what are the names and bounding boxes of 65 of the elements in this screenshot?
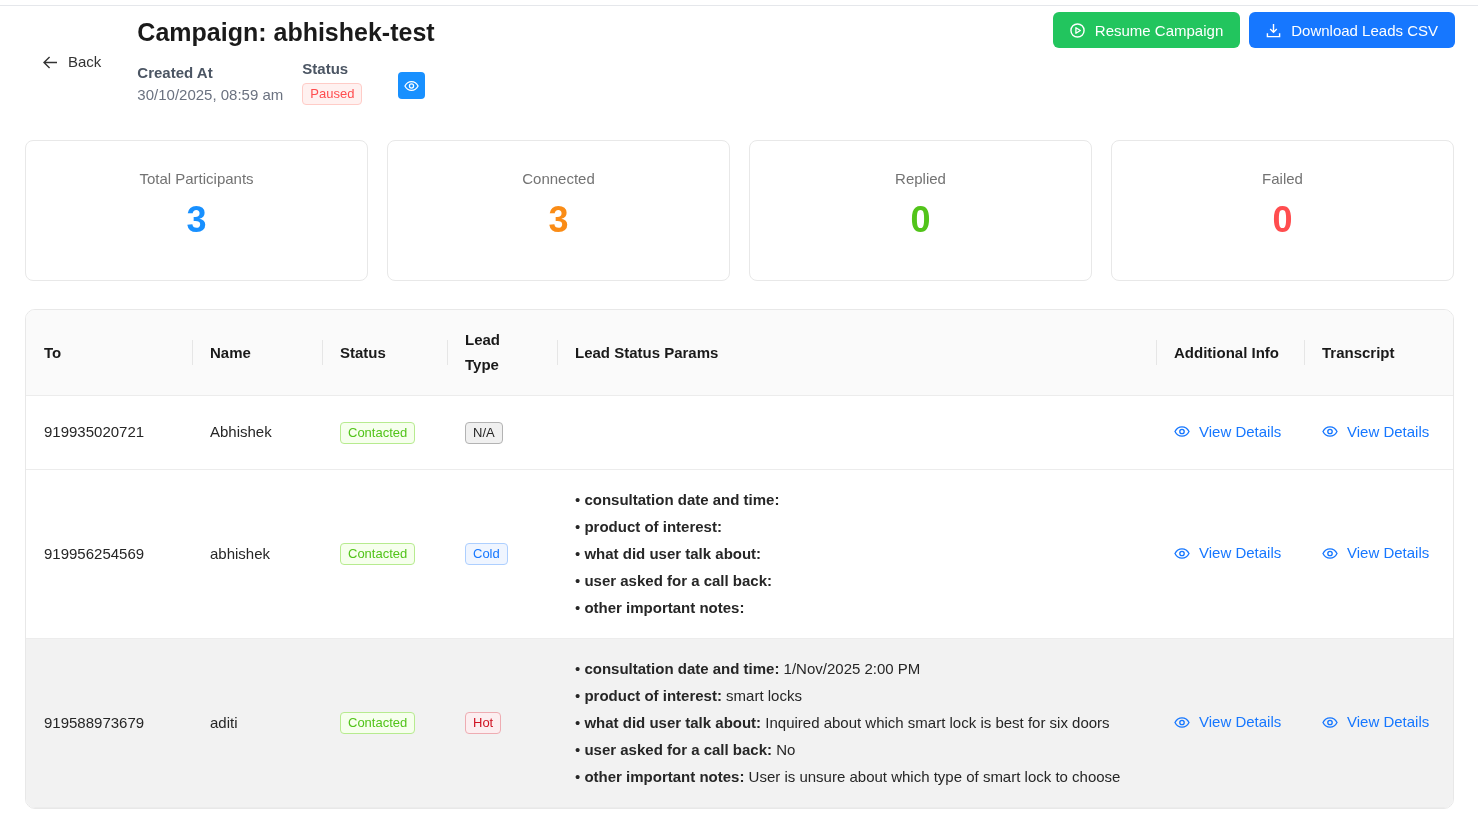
param-line: • product of interest: smart locks — [575, 685, 803, 706]
created-at-label: Created At — [137, 63, 214, 83]
status-tag: Contacted — [340, 712, 416, 734]
column-header: Lead Status Params — [557, 310, 1156, 395]
table-row[interactable] — [26, 638, 1453, 807]
param-line: • user asked for a call back: No — [575, 739, 797, 760]
resume-campaign-button[interactable]: Resume Campaign — [1052, 12, 1241, 48]
created-at-value: 30/10/2025, 08:59 am — [137, 85, 284, 105]
param-line: • other important notes: — [575, 597, 746, 618]
column-header: Lead Type — [447, 310, 557, 395]
lead-type-tag: Cold — [465, 543, 508, 565]
back-link[interactable]: Back — [43, 52, 102, 72]
table-cell: 919588973679 — [26, 638, 192, 807]
view-details-link[interactable]: View Details — [1174, 542, 1282, 565]
eye-icon — [1322, 426, 1338, 438]
table-cell: abhishek — [192, 469, 322, 638]
eye-icon — [1174, 426, 1190, 438]
status-tag: Contacted — [340, 421, 416, 444]
table-cell: 919935020721 — [26, 395, 192, 469]
table-cell: 919956254569 — [26, 469, 192, 638]
column-header: Name — [192, 310, 322, 395]
param-line: • consultation date and time: 1/Nov/2025 2:00 PM — [575, 658, 922, 679]
param-line: • user asked for a call back: — [575, 570, 774, 591]
eye-icon — [1174, 716, 1190, 728]
status-label: Status — [302, 59, 350, 79]
page-title: Campaign: abhishek-test — [137, 17, 435, 48]
column-header: Transcript — [1304, 310, 1453, 395]
table-cell: Abhishek — [192, 395, 322, 469]
view-details-link[interactable]: View Details — [1174, 420, 1282, 443]
stat-value: 0 — [910, 199, 931, 241]
stat-value: 3 — [186, 199, 207, 241]
stat-label: Connected — [522, 169, 595, 189]
param-line: • what did user talk about: — [575, 543, 763, 564]
stat-value: 3 — [548, 199, 569, 241]
table-row[interactable]: 919956254569 abhishek Contacted Cold • consultation date and time: • product of interest: • what did user talk about: • user asked for a call back: • other important notes: View Details View Details — [26, 469, 1453, 638]
stat-value: 0 — [1272, 199, 1293, 241]
eye-icon — [1174, 547, 1190, 559]
table-cell: aditi — [192, 638, 322, 807]
status-tag: Paused — [302, 83, 363, 105]
status-tag: Contacted — [340, 543, 416, 565]
download-icon — [1266, 22, 1282, 38]
eye-icon — [1322, 547, 1338, 559]
param-line: • product of interest: — [575, 516, 723, 537]
view-details-link[interactable]: View Details — [1174, 711, 1282, 734]
eye-icon — [404, 80, 420, 91]
table-row[interactable]: 919935020721 Abhishek Contacted N/A View Details View Details — [26, 395, 1453, 469]
column-header: Status — [322, 310, 447, 395]
download-button[interactable]: Download Leads CSV — [1249, 12, 1455, 48]
lead-type-tag: Hot — [465, 712, 502, 734]
column-header: To — [26, 310, 192, 395]
play-circle-icon — [1069, 22, 1085, 38]
lead-type-tag: N/A — [465, 421, 503, 444]
stat-label: Total Participants — [139, 169, 254, 189]
param-line: • what did user talk about: Inquired about which smart lock is best for six doors — [575, 712, 1111, 733]
param-line: • other important notes: User is unsure about which type of smart lock to choose — [575, 766, 1122, 787]
stat-label: Replied — [895, 169, 946, 189]
view-details-link[interactable]: View Details — [1322, 711, 1430, 734]
view-button[interactable] — [398, 72, 426, 99]
arrow-left-icon — [43, 55, 58, 69]
view-details-link[interactable]: View Details — [1322, 420, 1430, 443]
view-details-link[interactable]: View Details — [1322, 542, 1430, 565]
stat-label: Failed — [1262, 169, 1303, 189]
param-line: • consultation date and time: — [575, 489, 781, 510]
eye-icon — [1322, 716, 1338, 728]
column-header: Additional Info — [1156, 310, 1304, 395]
